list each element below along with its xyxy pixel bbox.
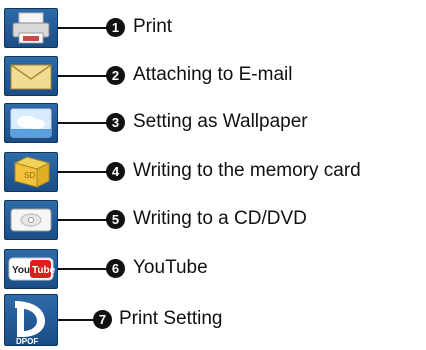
item-label: Print Setting	[119, 308, 223, 329]
connector-line	[58, 75, 108, 77]
list-item-youtube: You Tube 6 YouTube	[0, 245, 426, 293]
list-item-memory-card: SD 4 Writing to the memory card	[0, 148, 426, 196]
list-item-print: 1 Print	[0, 4, 426, 52]
youtube-icon[interactable]: You Tube	[4, 249, 58, 289]
number-badge: 6	[106, 259, 125, 278]
dpof-text: DPOF	[16, 337, 38, 345]
item-label: Attaching to E-mail	[133, 64, 293, 85]
disc-icon[interactable]	[4, 200, 58, 240]
number-badge: 5	[106, 210, 125, 229]
list-item-print-setting: DPOF 7 Print Setting	[0, 294, 426, 348]
list-item-email: 2 Attaching to E-mail	[0, 52, 426, 100]
connector-line	[58, 122, 108, 124]
memory-card-icon[interactable]: SD	[4, 152, 58, 192]
list-item-wallpaper: 3 Setting as Wallpaper	[0, 99, 426, 147]
item-label: Print	[133, 16, 173, 37]
connector-line	[58, 27, 108, 29]
svg-text:Tube: Tube	[32, 265, 56, 276]
svg-text:You: You	[12, 265, 30, 276]
connector-line	[58, 319, 94, 321]
connector-line	[58, 268, 108, 270]
item-label: Setting as Wallpaper	[133, 111, 308, 132]
number-badge: 2	[106, 66, 125, 85]
number-badge: 4	[106, 162, 125, 181]
item-label: Writing to the memory card	[133, 160, 361, 181]
connector-line	[58, 219, 108, 221]
dpof-icon[interactable]: DPOF	[4, 294, 58, 346]
item-label: YouTube	[133, 257, 208, 278]
number-badge: 1	[106, 18, 125, 37]
envelope-icon[interactable]	[4, 56, 58, 96]
item-label: Writing to a CD/DVD	[133, 208, 307, 229]
svg-text:SD: SD	[24, 171, 35, 180]
number-badge: 3	[106, 113, 125, 132]
printer-icon[interactable]	[4, 8, 58, 48]
wallpaper-icon[interactable]	[4, 103, 58, 143]
number-badge: 7	[93, 310, 112, 329]
connector-line	[58, 171, 108, 173]
list-item-cd-dvd: 5 Writing to a CD/DVD	[0, 196, 426, 244]
